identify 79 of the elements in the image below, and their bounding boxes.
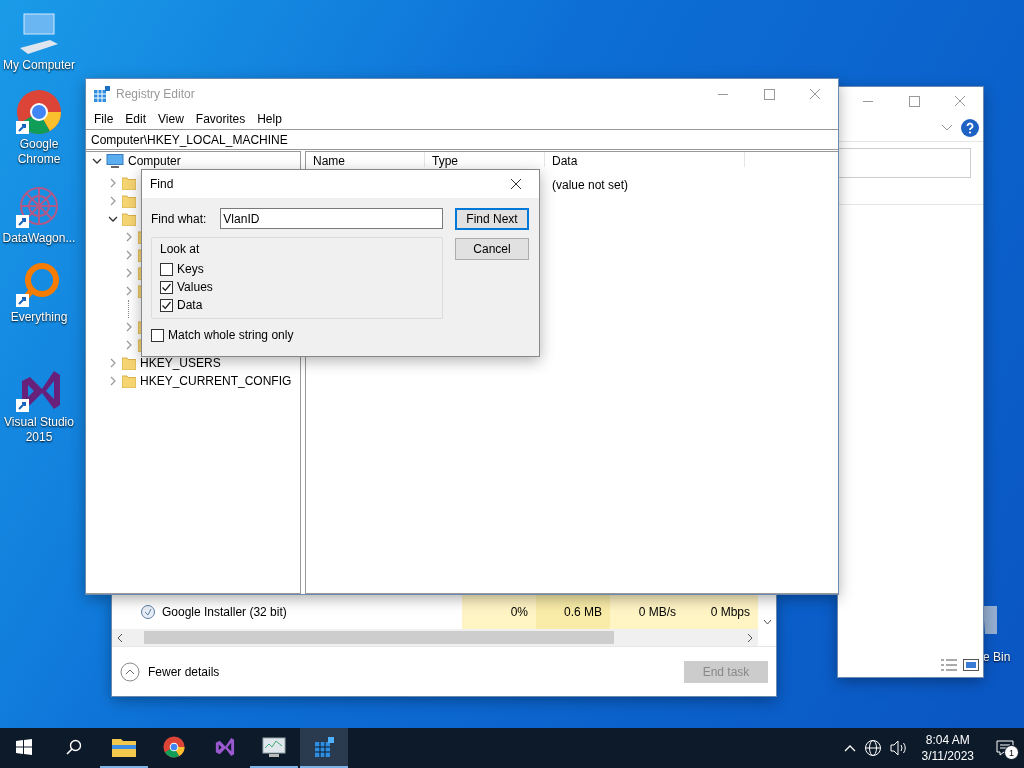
value-cell-text: (value not set)	[551, 178, 629, 192]
folder-icon	[122, 194, 136, 208]
tree-item[interactable]: HKEY_CURRENT_CONFIG	[140, 374, 292, 388]
usage-cell: 0.6 MB	[536, 594, 610, 629]
expand-icon[interactable]	[108, 178, 118, 188]
find-what-field[interactable]: VlanID	[220, 208, 443, 229]
circle-chevron-icon[interactable]	[120, 661, 140, 682]
checkbox[interactable]	[160, 262, 173, 276]
folder-icon	[122, 356, 136, 370]
expand-icon[interactable]	[124, 232, 134, 242]
fewer-details-toggle[interactable]: Fewer details	[120, 661, 220, 682]
process-name: Google Installer (32 bit)	[162, 604, 287, 619]
notification-badge: 1	[1004, 745, 1019, 760]
field-label: Find what:	[151, 211, 207, 226]
clock-time[interactable]: 8:04 AM	[925, 732, 970, 748]
clock-date[interactable]: 3/11/2023	[921, 748, 974, 764]
expand-icon[interactable]	[108, 358, 118, 368]
dialog-title: Find	[150, 177, 174, 191]
chevron-up-icon[interactable]	[843, 744, 856, 752]
expand-icon[interactable]	[124, 340, 134, 350]
usage-cell: 0 Mbps	[684, 594, 758, 629]
checkbox-label[interactable]: Data	[177, 298, 203, 312]
expand-icon[interactable]	[108, 196, 118, 206]
scrollbar-thumb[interactable]	[144, 631, 614, 644]
menu-item[interactable]: File	[88, 111, 120, 126]
expand-icon[interactable]	[124, 268, 134, 278]
icon-label[interactable]: Everything	[1, 310, 77, 325]
expand-icon[interactable]	[124, 286, 134, 296]
checkbox-label[interactable]: Keys	[177, 262, 204, 276]
checkbox-label[interactable]: Values	[177, 280, 213, 294]
folder-icon	[122, 374, 136, 388]
scroll-down-icon[interactable]	[762, 619, 772, 625]
tree-item[interactable]: HKEY_USERS	[140, 356, 221, 370]
registry-icon[interactable]	[313, 736, 335, 758]
start-icon[interactable]	[16, 739, 32, 755]
installer-icon	[140, 603, 156, 620]
window-title: Registry Editor	[116, 86, 196, 101]
address-bar[interactable]: Computer\HKEY_LOCAL_MACHINE	[86, 129, 838, 150]
monitor-icon[interactable]	[262, 736, 286, 758]
menu-item[interactable]: Help	[251, 111, 288, 126]
search-field[interactable]	[838, 148, 971, 178]
column-header[interactable]: Type	[425, 152, 545, 167]
checkbox[interactable]	[160, 280, 173, 294]
usage-cell: 0 MB/s	[610, 594, 684, 629]
column-header[interactable]: Name	[306, 152, 425, 167]
computer-icon	[106, 154, 124, 168]
folder-icon[interactable]	[112, 737, 136, 757]
expand-icon[interactable]	[108, 376, 118, 386]
app-icon[interactable]	[14, 87, 64, 137]
details-view-icon[interactable]	[941, 659, 957, 671]
expand-icon[interactable]	[124, 322, 134, 332]
help-icon[interactable]	[961, 119, 979, 137]
notification-icon[interactable]	[996, 740, 1014, 756]
dialog-button[interactable]: Cancel	[455, 238, 529, 260]
folder-icon	[122, 212, 136, 226]
menu-item[interactable]: Favorites	[189, 111, 252, 126]
column-header[interactable]: Data	[545, 152, 745, 167]
menu-item[interactable]: View	[152, 111, 190, 126]
menu-item[interactable]: Edit	[119, 111, 153, 126]
usage-cell: 0%	[462, 594, 536, 629]
registry-icon	[94, 85, 110, 102]
checkbox-label[interactable]: Match whole string only	[168, 328, 294, 342]
volume-icon[interactable]	[889, 740, 908, 756]
globe-icon[interactable]	[863, 739, 882, 757]
group-label: Look at	[160, 242, 201, 256]
checkbox[interactable]	[160, 298, 173, 312]
chevron-down-icon[interactable]	[941, 124, 953, 132]
expand-icon[interactable]	[124, 250, 134, 260]
collapse-icon[interactable]	[92, 156, 102, 166]
collapse-icon[interactable]	[108, 214, 118, 224]
dialog-button[interactable]: Find Next	[455, 208, 529, 230]
tiles-view-icon[interactable]	[963, 659, 979, 671]
icon-label[interactable]: Visual Studio 2015	[1, 415, 77, 445]
icon-label[interactable]: e Bin	[983, 650, 1011, 664]
search-icon[interactable]	[66, 739, 82, 755]
tree-item[interactable]: Computer	[128, 154, 181, 168]
folder-icon	[122, 176, 136, 190]
browser-icon[interactable]	[162, 735, 186, 759]
checkbox[interactable]	[151, 328, 164, 342]
